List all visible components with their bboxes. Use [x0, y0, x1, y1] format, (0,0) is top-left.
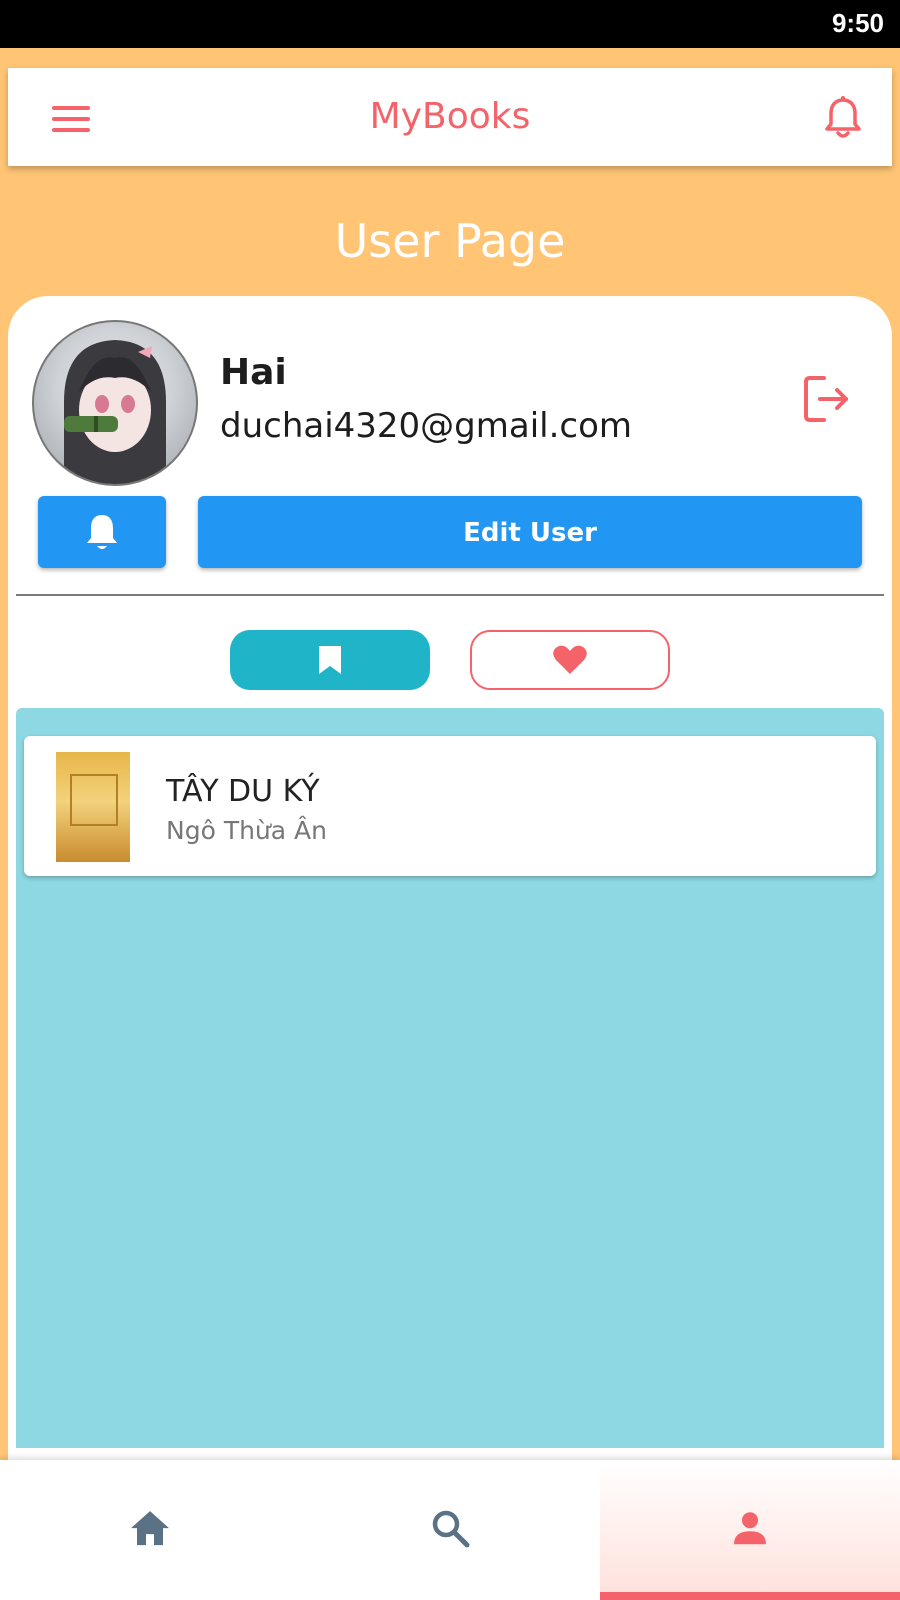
bookmark-icon — [319, 646, 341, 674]
user-name: Hai — [220, 352, 287, 393]
edit-user-button[interactable]: Edit User — [198, 496, 862, 568]
app-bar: MyBooks — [8, 68, 892, 166]
page-title: User Page — [334, 214, 566, 268]
nav-user[interactable] — [600, 1460, 900, 1600]
search-icon — [432, 1510, 470, 1548]
nav-home[interactable] — [0, 1460, 300, 1600]
active-indicator — [600, 1592, 900, 1600]
bell-icon[interactable] — [824, 96, 862, 140]
user-icon — [734, 1512, 766, 1545]
book-cover-image — [56, 752, 130, 862]
bell-icon — [87, 515, 117, 549]
app-title: MyBooks — [369, 96, 531, 137]
notifications-button[interactable] — [38, 496, 166, 568]
user-card: Hai duchai4320@gmail.com Edit User TÂY D… — [8, 296, 892, 1476]
list-item[interactable]: TÂY DU KÝ Ngô Thừa Ân — [24, 736, 876, 876]
tab-favorite-books[interactable] — [470, 630, 670, 690]
user-email: duchai4320@gmail.com — [220, 406, 633, 446]
heart-icon — [553, 645, 587, 674]
book-list: TÂY DU KÝ Ngô Thừa Ân — [16, 708, 884, 1448]
home-icon — [131, 1511, 169, 1546]
status-bar: 9:50 — [0, 0, 900, 48]
avatar — [32, 320, 198, 486]
logout-icon[interactable] — [802, 374, 852, 424]
tab-saved-books[interactable] — [230, 630, 430, 690]
book-author: Ngô Thừa Ân — [166, 816, 327, 845]
divider — [16, 594, 884, 596]
status-time: 9:50 — [831, 8, 884, 38]
book-title: TÂY DU KÝ — [166, 774, 320, 809]
nav-search[interactable] — [300, 1460, 600, 1600]
bottom-navigation — [0, 1460, 900, 1600]
